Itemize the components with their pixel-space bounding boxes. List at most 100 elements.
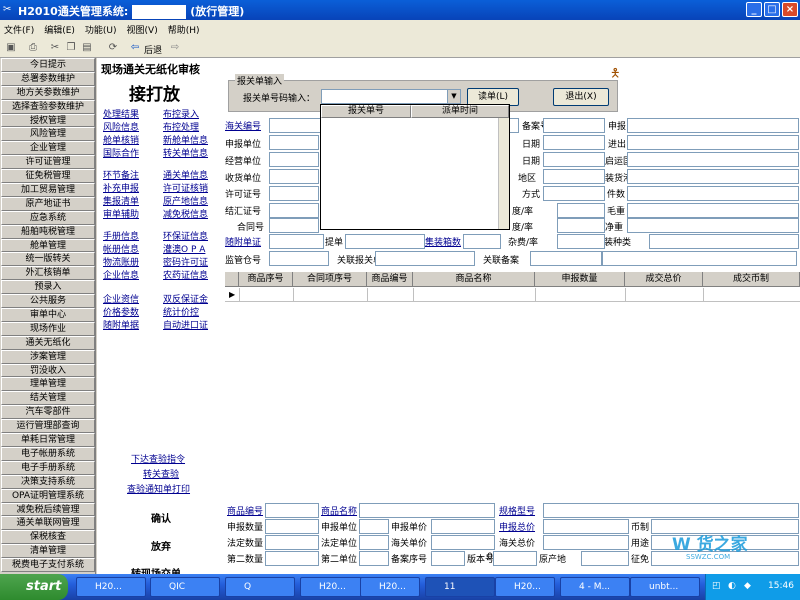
panel-link-9[interactable]: 通关单信息 (163, 168, 208, 181)
sidebar-item-1[interactable]: 总署参数维护 (1, 71, 95, 86)
panel-link-12[interactable]: 集报清单 (103, 194, 139, 207)
form-field-14[interactable] (543, 118, 605, 133)
sidebar-item-8[interactable]: 征免税管理 (1, 169, 95, 184)
panel-link-0[interactable]: 处理结果 (103, 107, 139, 120)
taskbar-task-0[interactable]: H20... (76, 577, 146, 597)
forward-arrow-icon[interactable]: ⇨ (168, 41, 182, 55)
sidebar-item-25[interactable]: 汽车零部件 (1, 405, 95, 420)
panel-link-25[interactable]: 双反保证金 (163, 292, 208, 305)
sidebar-item-16[interactable]: 预录入 (1, 280, 95, 295)
taskbar-task-4[interactable]: H20... (360, 577, 420, 597)
sidebar-item-14[interactable]: 统一版转关 (1, 252, 95, 267)
link-transfer-inspection[interactable]: 转关查验 (143, 467, 179, 480)
menu-file[interactable]: 文件(F) (0, 20, 40, 36)
form-field-21[interactable] (557, 234, 605, 249)
detail-field-8[interactable] (265, 535, 319, 550)
form-field-16[interactable] (543, 152, 605, 167)
detail-field-16[interactable] (493, 551, 537, 566)
panel-link-24[interactable]: 企业资信 (103, 292, 139, 305)
detail-field-2[interactable] (543, 503, 799, 518)
sidebar-item-5[interactable]: 风险管理 (1, 127, 95, 142)
sidebar-item-10[interactable]: 原产地证书 (1, 196, 95, 211)
print-icon[interactable]: ⎙ (26, 41, 40, 55)
panel-link-5[interactable]: 新舱单信息 (163, 133, 208, 146)
menu-help[interactable]: 帮助(H) (164, 20, 206, 36)
grid-header-1[interactable]: 合同项序号 (293, 272, 367, 287)
panel-link-10[interactable]: 补充申报 (103, 181, 139, 194)
panel-link-26[interactable]: 价格参数 (103, 305, 139, 318)
form-field-10[interactable] (463, 234, 501, 249)
form-field-20[interactable] (557, 218, 605, 233)
dropdown-header-time[interactable]: 派单时间 (411, 105, 509, 118)
save-icon[interactable]: ▣ (4, 41, 18, 55)
form-field-15[interactable] (543, 135, 605, 150)
grid-header-0[interactable]: 商品序号 (239, 272, 293, 287)
link-issue-inspection[interactable]: 下达查验指令 (131, 452, 185, 465)
sidebar-item-26[interactable]: 运行管理部查询 (1, 419, 95, 434)
sidebar-item-32[interactable]: 减免税后续管理 (1, 502, 95, 517)
panel-link-22[interactable]: 企业信息 (103, 268, 139, 281)
detail-field-13[interactable] (265, 551, 319, 566)
panel-link-19[interactable]: 灌澳O P A (163, 242, 205, 255)
detail-field-4[interactable] (359, 519, 389, 534)
refresh-icon[interactable]: ⟳ (106, 41, 120, 55)
sidebar-item-13[interactable]: 舱单管理 (1, 238, 95, 253)
sidebar-item-20[interactable]: 通关无纸化 (1, 335, 95, 350)
panel-link-7[interactable]: 转关单信息 (163, 146, 208, 159)
sidebar-item-0[interactable]: 今日提示 (1, 58, 95, 72)
dropdown-scrollbar[interactable] (498, 118, 509, 229)
form-field-12[interactable] (530, 251, 602, 266)
panel-link-11[interactable]: 许可证核销 (163, 181, 208, 194)
panel-link-29[interactable]: 自动进口证 (163, 318, 208, 331)
detail-field-0[interactable] (265, 503, 319, 518)
form-field-4[interactable] (269, 186, 319, 201)
taskbar-task-2[interactable]: Q (225, 577, 295, 597)
panel-link-2[interactable]: 风险信息 (103, 120, 139, 133)
detail-field-11[interactable] (543, 535, 629, 550)
taskbar-task-5[interactable]: 11 (425, 577, 495, 597)
sidebar-item-18[interactable]: 审单中心 (1, 308, 95, 322)
grid-header-2[interactable]: 商品编号 (367, 272, 413, 287)
form-field-28[interactable] (627, 218, 799, 233)
clock[interactable]: 15:46 (768, 581, 794, 591)
sidebar-item-22[interactable]: 罚没收入 (1, 363, 95, 378)
form-field-18[interactable] (543, 186, 605, 201)
sidebar-item-9[interactable]: 加工贸易管理 (1, 183, 95, 197)
detail-field-5[interactable] (431, 519, 495, 534)
form-field-6[interactable] (269, 218, 319, 233)
form-field-29[interactable] (649, 234, 799, 249)
panel-link-20[interactable]: 物流账册 (103, 255, 139, 268)
form-field-11[interactable] (375, 251, 475, 266)
form-field-5[interactable] (269, 203, 319, 218)
form-field-22[interactable] (627, 118, 799, 133)
menu-edit[interactable]: 编辑(E) (40, 20, 81, 36)
panel-link-28[interactable]: 随附单据 (103, 318, 139, 331)
form-field-13[interactable] (602, 251, 797, 266)
panel-link-15[interactable]: 减免税信息 (163, 207, 208, 220)
taskbar-task-8[interactable]: unbt... (630, 577, 700, 597)
taskbar-task-7[interactable]: 4 - M... (560, 577, 630, 597)
close-button[interactable]: × (782, 2, 798, 17)
sidebar-item-15[interactable]: 外汇核销单 (1, 266, 95, 281)
detail-field-3[interactable] (265, 519, 319, 534)
chevron-down-icon[interactable]: ▼ (447, 90, 460, 103)
sidebar-item-28[interactable]: 电子帐册系统 (1, 446, 95, 461)
copy-icon[interactable]: ❐ (64, 41, 78, 55)
form-field-19[interactable] (557, 203, 605, 218)
back-button-label[interactable]: 后退 (144, 43, 162, 56)
sidebar-item-17[interactable]: 公共服务 (1, 294, 95, 309)
maximize-button[interactable]: □ (764, 2, 780, 17)
form-field-7[interactable] (269, 234, 324, 249)
link-print-notice[interactable]: 查验通知单打印 (127, 482, 190, 495)
panel-link-23[interactable]: 农药证信息 (163, 268, 208, 281)
menu-view[interactable]: 视图(V) (123, 20, 164, 36)
taskbar-task-6[interactable]: H20... (495, 577, 555, 597)
panel-link-13[interactable]: 原产地信息 (163, 194, 208, 207)
panel-link-21[interactable]: 密码许可证 (163, 255, 208, 268)
sidebar-item-34[interactable]: 保税核查 (1, 530, 95, 545)
panel-link-16[interactable]: 手册信息 (103, 229, 139, 242)
start-button[interactable]: start (0, 574, 68, 600)
panel-link-8[interactable]: 环节备注 (103, 168, 139, 181)
sidebar-item-3[interactable]: 选择查验参数维护 (1, 99, 95, 114)
sidebar-item-27[interactable]: 单耗日常管理 (1, 433, 95, 447)
